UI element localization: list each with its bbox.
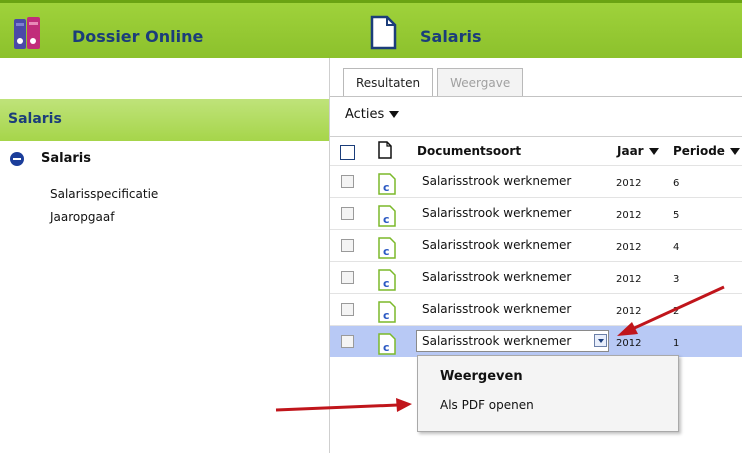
row-checkbox[interactable] xyxy=(341,239,354,252)
tab-bar: Resultaten Weergave xyxy=(343,68,527,96)
header-periode[interactable]: Periode xyxy=(673,144,740,158)
svg-text:c: c xyxy=(383,245,390,258)
c-file-icon[interactable]: c xyxy=(378,237,396,259)
tab-weergave[interactable]: Weergave xyxy=(437,68,524,96)
tree-item-jaaropgaaf[interactable]: Jaaropgaaf xyxy=(50,210,114,224)
cell-jaar: 2012 xyxy=(616,178,642,189)
svg-text:c: c xyxy=(383,213,390,226)
c-file-icon[interactable]: c xyxy=(378,205,396,227)
sort-down-icon xyxy=(729,147,740,155)
context-menu: Weergeven Als PDF openen xyxy=(417,355,679,432)
row-checkbox[interactable] xyxy=(341,335,354,348)
svg-text:c: c xyxy=(383,181,390,194)
header-documentsoort[interactable]: Documentsoort xyxy=(417,144,521,158)
header-periode-label: Periode xyxy=(673,144,725,158)
c-file-icon[interactable]: c xyxy=(378,269,396,291)
document-icon xyxy=(370,15,397,50)
top-bar: Dossier Online Salaris xyxy=(0,0,742,58)
menu-item-als-pdf-openen[interactable]: Als PDF openen xyxy=(440,398,534,412)
row-checkbox[interactable] xyxy=(341,207,354,220)
row-checkbox[interactable] xyxy=(341,271,354,284)
tree-item-salarisspecificatie[interactable]: Salarisspecificatie xyxy=(50,187,158,201)
cell-periode: 3 xyxy=(673,274,680,285)
cell-periode: 2 xyxy=(673,306,680,317)
cell-documentsoort: Salarisstrook werknemer xyxy=(422,238,572,252)
cell-jaar: 2012 xyxy=(616,210,642,221)
acties-label: Acties xyxy=(345,107,385,122)
table-row-selected[interactable]: c Salarisstrook werknemer 2012 1 xyxy=(330,325,742,357)
cell-periode: 6 xyxy=(673,178,680,189)
cell-jaar: 2012 xyxy=(616,338,642,349)
table-row[interactable]: c Salarisstrook werknemer 2012 5 xyxy=(330,197,742,229)
cell-documentsoort: Salarisstrook werknemer xyxy=(422,270,572,284)
svg-text:c: c xyxy=(383,309,390,322)
c-file-icon[interactable]: c xyxy=(378,333,396,355)
table-row[interactable]: c Salarisstrook werknemer 2012 6 xyxy=(330,165,742,197)
cell-documentsoort: Salarisstrook werknemer xyxy=(422,302,572,316)
tree-node-label: Salaris xyxy=(41,151,91,166)
cell-jaar: 2012 xyxy=(616,242,642,253)
collapse-icon[interactable] xyxy=(10,151,24,166)
header-jaar-label: Jaar xyxy=(617,144,644,158)
c-file-icon[interactable]: c xyxy=(378,173,396,195)
table-row[interactable]: c Salarisstrook werknemer 2012 2 xyxy=(330,293,742,325)
svg-text:c: c xyxy=(383,277,390,290)
table-row[interactable]: c Salarisstrook werknemer 2012 4 xyxy=(330,229,742,261)
cell-documentsoort: Salarisstrook werknemer xyxy=(422,334,572,348)
row-checkbox[interactable] xyxy=(341,303,354,316)
cell-documentsoort: Salarisstrook werknemer xyxy=(422,206,572,220)
sidebar: Salaris Salaris Salarisspecificatie Jaar… xyxy=(0,58,330,453)
tree-node-salaris[interactable]: Salaris xyxy=(10,151,91,166)
acties-menu-button[interactable]: Acties xyxy=(345,107,400,122)
tab-divider xyxy=(330,96,742,97)
documentsoort-dropdown[interactable]: Salarisstrook werknemer xyxy=(416,330,609,352)
sort-down-icon xyxy=(648,147,659,155)
table-row[interactable]: c Salarisstrook werknemer 2012 3 xyxy=(330,261,742,293)
binders-icon xyxy=(14,17,40,49)
c-file-icon[interactable]: c xyxy=(378,301,396,323)
cell-periode: 1 xyxy=(673,338,680,349)
tab-resultaten[interactable]: Resultaten xyxy=(343,68,434,96)
grid-header: Documentsoort Jaar Periode xyxy=(330,136,742,164)
header-jaar[interactable]: Jaar xyxy=(617,144,659,158)
cell-documentsoort: Salarisstrook werknemer xyxy=(422,174,572,188)
cell-jaar: 2012 xyxy=(616,306,642,317)
row-checkbox[interactable] xyxy=(341,175,354,188)
dropdown-arrow-icon[interactable] xyxy=(594,334,607,347)
sidebar-section-header: Salaris xyxy=(0,99,329,141)
chevron-down-icon xyxy=(389,111,400,118)
cell-periode: 5 xyxy=(673,210,680,221)
page-title: Salaris xyxy=(420,27,482,46)
app-title: Dossier Online xyxy=(72,27,204,46)
select-all-checkbox[interactable] xyxy=(340,145,355,160)
sidebar-section-title: Salaris xyxy=(8,111,62,127)
svg-text:c: c xyxy=(383,341,390,354)
cell-jaar: 2012 xyxy=(616,274,642,285)
document-icon xyxy=(378,141,392,159)
context-menu-heading: Weergeven xyxy=(440,369,523,384)
cell-periode: 4 xyxy=(673,242,680,253)
